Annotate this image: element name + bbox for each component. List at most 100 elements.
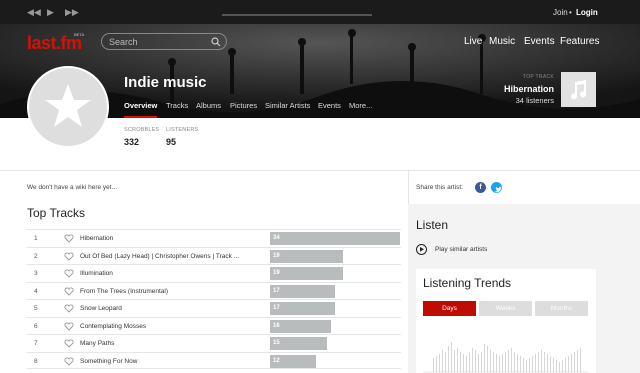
previous-icon[interactable]: ◀◀ [27, 7, 41, 17]
trend-bar [541, 350, 542, 372]
trend-months-button[interactable]: Months [535, 301, 588, 316]
trend-bar [565, 358, 566, 372]
love-heart-icon[interactable] [64, 286, 74, 296]
play-similar-link[interactable]: Play similar artists [435, 246, 487, 253]
track-listeners-bar: 19 [270, 267, 343, 280]
facebook-share-icon[interactable]: f [475, 182, 486, 193]
trend-bar [442, 350, 443, 372]
trend-bar [514, 352, 515, 372]
trend-bar [472, 348, 473, 372]
track-listeners-bar: 15 [270, 337, 327, 350]
track-name[interactable]: Snow Leopard [80, 305, 258, 312]
play-similar-icon[interactable] [416, 244, 427, 255]
love-heart-icon[interactable] [64, 339, 74, 348]
track-row[interactable]: 5 Snow Leopard 17 [27, 299, 401, 317]
tab-overview[interactable]: Overview [124, 101, 157, 110]
track-rank: 2 [34, 252, 38, 260]
trend-bar [544, 352, 545, 372]
track-listeners-count: 34 [273, 235, 280, 241]
trend-bar [571, 354, 572, 372]
tab-tracks[interactable]: Tracks [166, 101, 188, 110]
section-divider [0, 170, 640, 171]
trend-bar [577, 350, 578, 372]
track-row[interactable]: 2 Out Of Bed (Lazy Head) | Christopher Ow… [27, 246, 401, 265]
love-heart-icon[interactable] [64, 269, 74, 278]
track-listeners-count: 12 [273, 357, 280, 364]
trend-bar [553, 358, 554, 372]
love-heart-icon[interactable] [64, 251, 74, 261]
track-listeners-count: 15 [273, 340, 280, 346]
listening-trends-title: Listening Trends [423, 276, 512, 290]
trend-weeks-button[interactable]: Weeks [479, 301, 532, 316]
trend-bar [505, 352, 506, 372]
trend-bar [469, 352, 470, 372]
trend-bar [436, 356, 437, 372]
search-icon[interactable] [211, 37, 221, 47]
track-name[interactable]: From The Trees (Instrumental) [80, 288, 258, 295]
trend-bar [466, 356, 467, 372]
twitter-share-icon[interactable] [491, 182, 502, 193]
top-track-artwork[interactable] [561, 72, 596, 107]
track-row[interactable]: 3 Illumination 19 [27, 264, 401, 282]
track-listeners-bar: 12 [270, 354, 316, 368]
love-heart-icon[interactable] [64, 321, 74, 331]
trend-bar [535, 354, 536, 372]
login-link[interactable]: Login [576, 8, 598, 17]
tab-more[interactable]: More... [349, 101, 372, 110]
listening-trends-chart [423, 342, 588, 373]
track-row[interactable]: 6 Contemplating Mosses 16 [27, 316, 401, 335]
track-row[interactable]: 1 Hibernation 34 [27, 229, 401, 247]
nav-events[interactable]: Events [524, 36, 555, 47]
player-bar: ◀◀ ▶ ▶▶ Join • Login [0, 0, 640, 24]
track-name[interactable]: Contemplating Mosses [80, 323, 258, 330]
trend-bar [496, 354, 497, 372]
track-rank: 7 [34, 340, 38, 347]
play-icon[interactable]: ▶ [47, 7, 54, 17]
trend-bar [448, 346, 449, 372]
page-title: Indie music [124, 74, 207, 91]
track-name[interactable]: Many Paths [80, 340, 258, 347]
trend-days-button[interactable]: Days [423, 301, 476, 316]
trend-bar [481, 352, 482, 372]
tab-events[interactable]: Events [318, 101, 341, 110]
track-listeners-bar: 34 [270, 232, 400, 245]
track-listeners-count: 19 [273, 270, 280, 276]
share-label: Share this artist: [416, 184, 463, 191]
nav-separator: • [569, 8, 572, 17]
join-link[interactable]: Join [553, 8, 568, 17]
trend-bar [502, 354, 503, 372]
track-name[interactable]: Hibernation [80, 235, 258, 242]
active-tab-indicator [124, 116, 157, 118]
track-name[interactable]: Out Of Bed (Lazy Head) | Christopher Owe… [80, 253, 258, 260]
tab-albums[interactable]: Albums [196, 101, 221, 110]
beta-badge: BETA [74, 32, 85, 37]
track-row[interactable]: 8 Something For Now 12 [27, 351, 401, 369]
trend-bar [532, 356, 533, 372]
track-listeners-count: 16 [273, 322, 280, 329]
track-row[interactable]: 4 From The Trees (Instrumental) 17 [27, 281, 401, 300]
search-box[interactable] [101, 33, 227, 50]
nav-live[interactable]: Live [464, 36, 482, 47]
trend-bar [580, 348, 581, 372]
track-name[interactable]: Something For Now [80, 358, 258, 365]
trend-bar [439, 354, 440, 372]
love-heart-icon[interactable] [64, 356, 74, 366]
love-heart-icon[interactable] [64, 234, 74, 243]
tab-pictures[interactable]: Pictures [230, 101, 257, 110]
track-name[interactable]: Illumination [80, 270, 258, 277]
trend-bar [550, 356, 551, 372]
trend-bar [520, 356, 521, 372]
love-heart-icon[interactable] [64, 304, 74, 313]
next-icon[interactable]: ▶▶ [65, 7, 79, 17]
track-listeners-count: 19 [273, 252, 280, 259]
search-input[interactable] [109, 36, 205, 47]
track-row[interactable]: 7 Many Paths 15 [27, 334, 401, 352]
tab-similar-artists[interactable]: Similar Artists [265, 101, 310, 110]
nav-features[interactable]: Features [560, 36, 599, 47]
progress-track[interactable] [222, 14, 372, 16]
nav-music[interactable]: Music [489, 36, 515, 47]
top-track-name[interactable]: Hibernation [504, 84, 554, 94]
tag-avatar [27, 66, 109, 148]
trend-bar [538, 352, 539, 372]
track-listeners-bar: 17 [270, 302, 335, 315]
